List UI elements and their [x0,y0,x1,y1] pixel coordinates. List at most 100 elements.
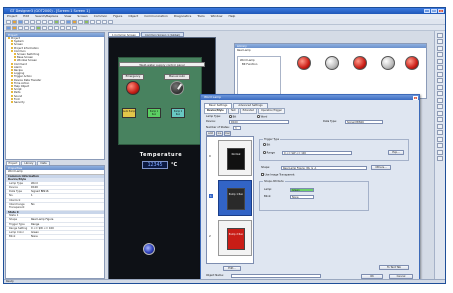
align-right-icon[interactable] [54,25,59,30]
tool-icon[interactable] [437,136,443,142]
exp-button[interactable]: Exp... [388,150,404,155]
tool-icon[interactable] [437,104,443,109]
pump1-run-button[interactable]: Pump 1 Run [147,108,161,118]
state-list: 0 Normal 1 Pump 1 Run 2 Pump 2 Run [206,136,254,264]
application-window: GT Designer3 (GOT2000) - [Screen:1 Scree… [3,7,446,284]
lamp-thumbnail[interactable] [405,56,419,70]
trigger-bit-radio[interactable]: Bit [263,143,270,147]
emergency-stop-button[interactable] [126,81,140,95]
edit-button[interactable]: Edit... [223,266,241,271]
maximize-button[interactable]: □ [431,9,437,13]
selector-switch[interactable] [170,81,184,95]
cut-icon[interactable] [24,19,29,24]
library-icon[interactable] [90,19,95,24]
grid-icon[interactable] [60,19,65,24]
tool-icon[interactable] [437,110,443,116]
tool-icon[interactable] [437,58,443,64]
tree-item[interactable]: Security [6,101,104,104]
preview-icon[interactable] [66,19,71,24]
bring-front-icon[interactable] [72,25,77,30]
tool-icon[interactable] [437,117,443,122]
tab-text[interactable]: Text [227,108,239,114]
others-button[interactable]: Others... [371,165,391,170]
temperature-display[interactable]: 12345 [142,161,168,169]
tool-icon[interactable] [437,71,443,77]
tab-device-style[interactable]: Device/Style [204,108,227,114]
state-cell-selected[interactable]: Pump 1 Run [218,180,252,216]
rect-icon[interactable] [108,19,113,24]
tool-icon[interactable] [437,130,443,135]
trigger-range-radio[interactable]: Range [263,151,275,155]
group-icon[interactable] [60,25,65,30]
lamp-thumbnail[interactable] [381,56,395,70]
save-icon[interactable] [18,19,23,24]
text-display-icon[interactable] [30,25,35,30]
tool-icon[interactable] [437,39,443,44]
auto-pump-button[interactable]: Auto Pump [122,108,136,118]
lamp-color-select[interactable]: Green [290,188,314,192]
tool-icon[interactable] [437,156,443,161]
write-icon[interactable] [72,19,77,24]
property-row[interactable]: Blink None [6,235,104,240]
tool-icon[interactable] [437,91,443,96]
device-input[interactable]: D100 [229,120,289,124]
state-cell[interactable]: Pump 2 Run [218,220,252,256]
tool-icon[interactable] [437,78,443,83]
tool-icon[interactable] [437,65,443,70]
graph-icon[interactable] [36,25,41,30]
lamp-thumbnail[interactable] [297,56,311,70]
copy-icon[interactable] [30,19,35,24]
tool-icon[interactable] [437,123,443,129]
use-transparent-checkbox[interactable]: Use Image Transparent [261,173,295,177]
library-tab[interactable]: Real Lamp [237,49,251,52]
tool-icon[interactable] [437,32,443,38]
zoom-icon[interactable] [54,19,59,24]
paste-icon[interactable] [36,19,41,24]
ungroup-icon[interactable] [66,25,71,30]
tab-operation-trigger[interactable]: Operation/Trigger [257,108,285,114]
tool-icon[interactable] [437,143,443,148]
tab-extended[interactable]: Extended [239,108,257,114]
lamp-type-bit-radio[interactable]: Bit [229,115,236,119]
tool-icon[interactable] [437,52,443,57]
line-icon[interactable] [102,19,107,24]
lamp-type-word-radio[interactable]: Word [257,115,267,119]
simulator-icon[interactable] [84,19,89,24]
lamp-icon[interactable] [12,25,17,30]
text-icon[interactable] [96,19,101,24]
dialog-close-button[interactable]: × [413,95,418,100]
switch-icon[interactable] [6,25,11,30]
lamp-thumbnail[interactable] [353,56,367,70]
states-count-input[interactable]: 3 [233,126,241,130]
open-icon[interactable] [12,19,17,24]
align-left-icon[interactable] [42,25,47,30]
minimize-button[interactable]: _ [424,9,430,13]
word-lamp[interactable] [143,243,155,255]
align-center-icon[interactable] [48,25,53,30]
numeric-input-icon[interactable] [24,25,29,30]
property-row[interactable]: Interchange Transparent No [6,203,104,211]
undo-icon[interactable] [42,19,47,24]
object-name-input[interactable] [231,274,321,278]
tool-icon[interactable] [437,97,443,103]
numeric-display-icon[interactable] [18,25,23,30]
library-folder[interactable]: Word Lamp [240,59,255,62]
data-type-select[interactable]: Signed BIN16 [345,120,383,124]
range-input[interactable]: 0 <= $W <= 100 [282,151,352,155]
temperature-label: Temperature [139,152,183,158]
read-icon[interactable] [78,19,83,24]
pump2-run-button[interactable]: Pump 2 Run [171,108,185,118]
redo-icon[interactable] [48,19,53,24]
to-text-tab-button[interactable]: To Text Tab [379,265,409,270]
close-button[interactable]: × [438,9,444,13]
shape-select[interactable]: Real Lamp Figure: WL_G_A [281,166,367,170]
dialog-title: Word Lamp [204,95,222,99]
state-cell[interactable]: Normal [218,140,252,176]
tool-icon[interactable] [437,149,443,155]
blink-select[interactable]: None [290,195,314,199]
tool-icon[interactable] [437,45,443,51]
library-subfolder[interactable]: Bit Function [242,63,257,66]
lamp-thumbnail[interactable] [325,56,339,70]
new-icon[interactable] [6,19,11,24]
tool-icon[interactable] [437,84,443,90]
